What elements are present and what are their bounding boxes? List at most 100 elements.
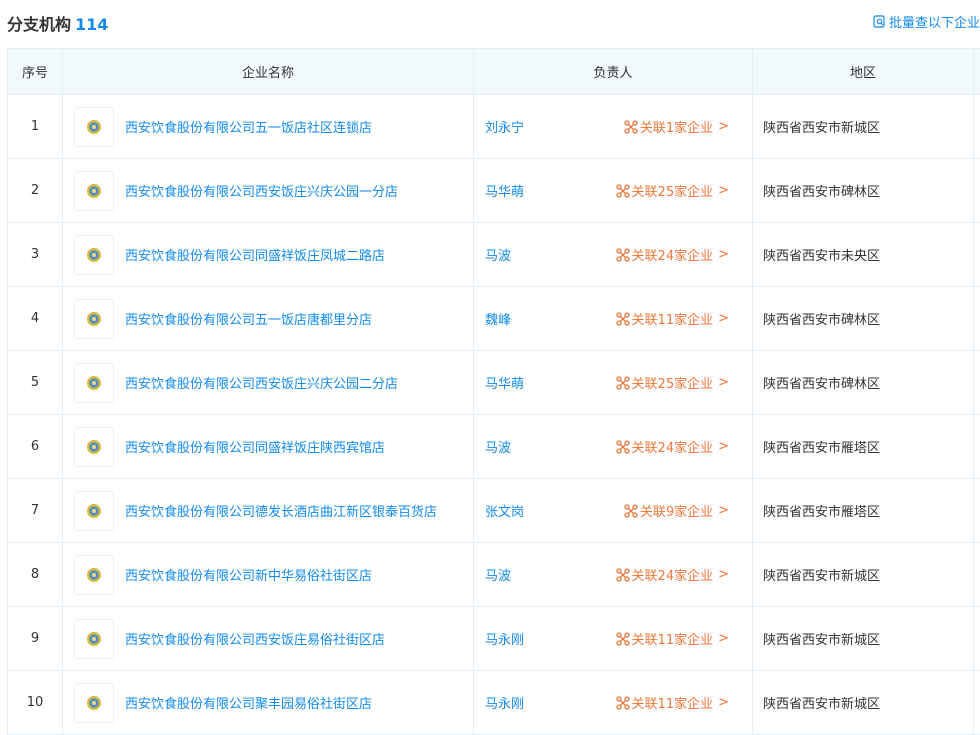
region-cell: 陕西省西安市新城区 (753, 543, 974, 607)
company-name-link[interactable]: 西安饮食股份有限公司五一饭店唐都里分店 (125, 309, 372, 328)
person-name-link[interactable]: 马永刚 (485, 693, 524, 712)
relation-network-icon (616, 440, 630, 454)
company-logo[interactable] (74, 619, 114, 659)
company-name-link[interactable]: 西安饮食股份有限公司聚丰园易俗社街区店 (125, 693, 372, 712)
related-companies-link[interactable]: 关联11家企业 > (616, 629, 729, 648)
company-logo[interactable] (74, 683, 114, 723)
related-companies-link[interactable]: 关联24家企业 > (616, 437, 729, 456)
related-companies-link[interactable]: 关联25家企业 > (616, 181, 729, 200)
company-logo-emblem (86, 695, 102, 711)
column-header-person: 负责人 (474, 49, 753, 95)
row-index: 3 (8, 223, 63, 287)
person-name-link[interactable]: 魏峰 (485, 309, 511, 328)
related-companies-link[interactable]: 关联9家企业 > (624, 501, 729, 520)
company-logo[interactable] (74, 299, 114, 339)
region-cell: 陕西省西安市新城区 (753, 607, 974, 671)
row-index: 8 (8, 543, 63, 607)
row-index: 5 (8, 351, 63, 415)
company-logo[interactable] (74, 107, 114, 147)
person-cell: 刘永宁 关联1家企业 > (474, 95, 753, 159)
table-row: 1 西安饮食股份有限公司五一饭店社区连锁店 刘永宁 (8, 95, 980, 159)
person-name-link[interactable]: 张文岗 (485, 501, 524, 520)
related-companies-label: 关联25家企业 (632, 181, 714, 200)
region-cell: 陕西省西安市碑林区 (753, 159, 974, 223)
company-logo-emblem (86, 119, 102, 135)
region-cell: 陕西省西安市新城区 (753, 671, 974, 735)
related-companies-link[interactable]: 关联11家企业 > (616, 693, 729, 712)
company-logo[interactable] (74, 491, 114, 531)
person-name-link[interactable]: 马永刚 (485, 629, 524, 648)
company-name-link[interactable]: 西安饮食股份有限公司同盛祥饭庄陕西宾馆店 (125, 437, 385, 456)
region-cell: 陕西省西安市新城区 (753, 95, 974, 159)
row-index: 7 (8, 479, 63, 543)
related-companies-link[interactable]: 关联24家企业 > (616, 245, 729, 264)
region-cell: 陕西省西安市碑林区 (753, 351, 974, 415)
batch-query-link[interactable]: 批量查以下企业 (873, 12, 980, 31)
company-name-link[interactable]: 西安饮食股份有限公司五一饭店社区连锁店 (125, 117, 372, 136)
company-logo-emblem (86, 375, 102, 391)
person-name-link[interactable]: 马波 (485, 565, 511, 584)
related-companies-link[interactable]: 关联11家企业 > (616, 309, 729, 328)
person-cell: 马永刚 关联11家企业 > (474, 671, 753, 735)
section-header: 分支机构114 批量查以下企业 (0, 0, 980, 48)
chevron-right-icon: > (718, 247, 729, 262)
person-cell: 马波 关联24家企业 > (474, 223, 753, 287)
table-row: 5 西安饮食股份有限公司西安饭庄兴庆公园二分店 马华萌 (8, 351, 980, 415)
company-cell: 西安饮食股份有限公司同盛祥饭庄陕西宾馆店 (63, 415, 474, 479)
column-header-extra (974, 49, 980, 95)
related-companies-link[interactable]: 关联25家企业 > (616, 373, 729, 392)
company-name-link[interactable]: 西安饮食股份有限公司西安饭庄兴庆公园一分店 (125, 181, 398, 200)
row-extra-cell (974, 95, 980, 159)
related-companies-label: 关联1家企业 (640, 117, 713, 136)
person-cell: 张文岗 关联9家企业 > (474, 479, 753, 543)
relation-network-icon (616, 632, 630, 646)
person-cell: 马永刚 关联11家企业 > (474, 607, 753, 671)
row-extra-cell (974, 671, 980, 735)
related-companies-label: 关联24家企业 (632, 565, 714, 584)
company-logo[interactable] (74, 427, 114, 467)
company-logo[interactable] (74, 171, 114, 211)
row-extra-cell (974, 287, 980, 351)
person-name-link[interactable]: 马华萌 (485, 373, 524, 392)
chevron-right-icon: > (718, 695, 729, 710)
company-name-link[interactable]: 西安饮食股份有限公司德发长酒店曲江新区银泰百货店 (125, 501, 437, 520)
company-logo[interactable] (74, 555, 114, 595)
chevron-right-icon: > (718, 439, 729, 454)
company-name-link[interactable]: 西安饮食股份有限公司新中华易俗社街区店 (125, 565, 372, 584)
row-index: 1 (8, 95, 63, 159)
row-extra-cell (974, 543, 980, 607)
chevron-right-icon: > (718, 503, 729, 518)
search-document-icon (873, 15, 886, 28)
related-companies-link[interactable]: 关联1家企业 > (624, 117, 729, 136)
table-header: 序号 企业名称 负责人 地区 (8, 49, 980, 95)
table-row: 2 西安饮食股份有限公司西安饭庄兴庆公园一分店 马华萌 (8, 159, 980, 223)
person-name-link[interactable]: 马波 (485, 245, 511, 264)
company-logo[interactable] (74, 363, 114, 403)
related-companies-label: 关联25家企业 (632, 373, 714, 392)
related-companies-link[interactable]: 关联24家企业 > (616, 565, 729, 584)
person-name-link[interactable]: 马华萌 (485, 181, 524, 200)
table-row: 4 西安饮食股份有限公司五一饭店唐都里分店 魏峰 (8, 287, 980, 351)
chevron-right-icon: > (718, 631, 729, 646)
related-companies-label: 关联9家企业 (640, 501, 713, 520)
company-name-link[interactable]: 西安饮食股份有限公司西安饭庄易俗社街区店 (125, 629, 385, 648)
person-cell: 魏峰 关联11家企业 > (474, 287, 753, 351)
company-name-link[interactable]: 西安饮食股份有限公司西安饭庄兴庆公园二分店 (125, 373, 398, 392)
person-name-link[interactable]: 刘永宁 (485, 117, 524, 136)
person-name-link[interactable]: 马波 (485, 437, 511, 456)
row-index: 2 (8, 159, 63, 223)
company-logo[interactable] (74, 235, 114, 275)
related-companies-label: 关联24家企业 (632, 245, 714, 264)
company-name-link[interactable]: 西安饮食股份有限公司同盛祥饭庄凤城二路店 (125, 245, 385, 264)
row-extra-cell (974, 415, 980, 479)
batch-query-label: 批量查以下企业 (889, 12, 980, 31)
related-companies-label: 关联11家企业 (632, 693, 714, 712)
company-cell: 西安饮食股份有限公司西安饭庄易俗社街区店 (63, 607, 474, 671)
chevron-right-icon: > (718, 311, 729, 326)
company-cell: 西安饮食股份有限公司西安饭庄兴庆公园二分店 (63, 351, 474, 415)
relation-network-icon (616, 696, 630, 710)
table-body: 1 西安饮食股份有限公司五一饭店社区连锁店 刘永宁 (8, 95, 980, 735)
region-cell: 陕西省西安市雁塔区 (753, 415, 974, 479)
relation-network-icon (616, 376, 630, 390)
branch-table: 序号 企业名称 负责人 地区 1 西安饮食股份有限公司五一饭店社区连锁店 (7, 48, 980, 735)
